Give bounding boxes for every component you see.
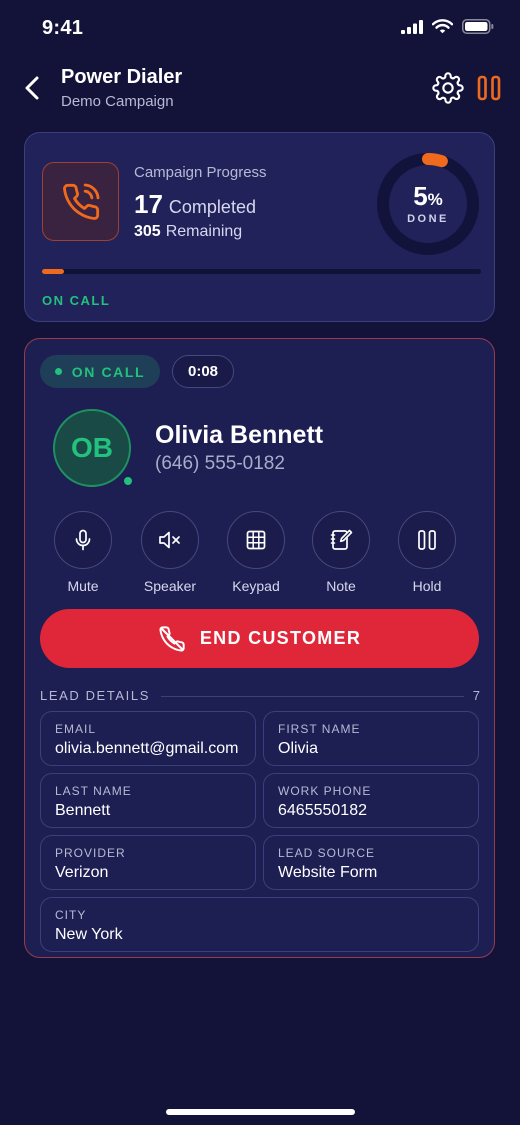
chevron-left-icon (25, 76, 39, 100)
campaign-progress-label: Campaign Progress (134, 164, 267, 181)
note-button[interactable]: Note (306, 511, 376, 594)
mute-button[interactable]: Mute (48, 511, 118, 594)
field-value: New York (55, 926, 123, 943)
speaker-button-circle[interactable] (141, 511, 199, 569)
home-indicator[interactable] (166, 1109, 355, 1115)
progress-bar (42, 269, 481, 274)
battery-icon (462, 19, 494, 34)
field-lead-source: LEAD SOURCE Website Form (263, 835, 479, 890)
hold-label: Hold (412, 578, 442, 594)
progress-ring-label: 5% DONE (374, 150, 482, 258)
active-call-card: ON CALL 0:08 OB Olivia Bennett (646) 555… (24, 338, 495, 958)
field-value: olivia.bennett@gmail.com (55, 740, 239, 757)
lead-details-count: 7 (472, 688, 480, 703)
field-provider: PROVIDER Verizon (40, 835, 256, 890)
field-value: Verizon (55, 864, 109, 881)
remaining-count: 305 (134, 223, 161, 240)
end-customer-button[interactable]: END CUSTOMER (40, 609, 479, 668)
keypad-button-circle[interactable] (227, 511, 285, 569)
field-first-name: FIRST NAME Olivia (263, 711, 479, 766)
divider (161, 696, 464, 697)
wifi-icon (432, 19, 453, 34)
progress-bar-fill (42, 269, 64, 274)
field-label: LAST NAME (55, 784, 132, 798)
end-customer-label: END CUSTOMER (199, 628, 362, 648)
settings-button[interactable] (432, 72, 464, 104)
speaker-button[interactable]: Speaker (135, 511, 205, 594)
microphone-icon (75, 529, 91, 551)
field-label: EMAIL (55, 722, 97, 736)
avatar: OB (53, 409, 131, 487)
field-label: PROVIDER (55, 846, 126, 860)
lead-details-header: LEAD DETAILS 7 (40, 687, 480, 705)
page-subtitle: Demo Campaign (61, 93, 174, 110)
field-label: LEAD SOURCE (278, 846, 376, 860)
status-dot-icon (54, 368, 62, 375)
keypad-label: Keypad (232, 578, 280, 594)
call-status-badge: ON CALL (40, 355, 160, 388)
page-title: Power Dialer (61, 66, 183, 88)
call-status-text: ON CALL (71, 363, 146, 380)
phone-ringing-icon (62, 183, 99, 220)
status-bar: 9:41 (0, 0, 520, 56)
keypad-button[interactable]: Keypad (221, 511, 291, 594)
done-label: DONE (407, 213, 449, 225)
percent-sign: % (427, 190, 443, 209)
gear-icon (432, 72, 464, 104)
field-work-phone: WORK PHONE 6465550182 (263, 773, 479, 828)
keypad-icon (246, 530, 266, 550)
contact-name: Olivia Bennett (155, 421, 324, 449)
mute-label: Mute (67, 578, 99, 594)
field-last-name: LAST NAME Bennett (40, 773, 256, 828)
campaign-progress-card: Campaign Progress 17 Completed 305 Remai… (24, 132, 495, 322)
percent-number: 5 (413, 181, 428, 211)
completed-count: 17 (134, 189, 163, 219)
percent-value: 5% (413, 183, 443, 209)
campaign-badge (42, 162, 119, 241)
field-email: EMAIL olivia.bennett@gmail.com (40, 711, 256, 766)
app-header: Power Dialer Demo Campaign (0, 60, 520, 120)
lead-details-title: LEAD DETAILS (40, 688, 150, 703)
pause-icon (418, 530, 436, 550)
field-value: Bennett (55, 802, 111, 819)
field-label: FIRST NAME (278, 722, 361, 736)
back-button[interactable] (18, 72, 46, 104)
mute-button-circle[interactable] (54, 511, 112, 569)
signal-icon (401, 19, 423, 34)
field-value: Olivia (278, 740, 319, 757)
speaker-muted-icon (159, 531, 180, 549)
hold-button-circle[interactable] (398, 511, 456, 569)
campaign-status: ON CALL (42, 293, 111, 308)
field-value: Website Form (278, 864, 378, 881)
call-timer: 0:08 (172, 355, 234, 388)
field-value: 6465550182 (278, 802, 367, 819)
online-indicator-icon (122, 475, 134, 487)
hold-button[interactable]: Hold (392, 511, 462, 594)
note-label: Note (326, 578, 356, 594)
completed-label: Completed (168, 197, 256, 217)
speaker-label: Speaker (143, 578, 197, 594)
status-time: 9:41 (42, 17, 84, 39)
field-city: CITY New York (40, 897, 479, 952)
pause-icon (477, 75, 501, 101)
remaining-summary: 305 Remaining (134, 223, 242, 241)
note-button-circle[interactable] (312, 511, 370, 569)
completed-summary: 17 Completed (134, 189, 256, 220)
remaining-label: Remaining (165, 223, 243, 240)
pause-dialer-button[interactable] (476, 74, 502, 102)
contact-phone: (646) 555-0182 (155, 453, 285, 474)
field-label: CITY (55, 908, 87, 922)
note-icon (330, 529, 353, 550)
status-icons (401, 19, 494, 34)
end-call-icon (159, 625, 185, 652)
call-controls: Mute Speaker Keypad Note Hold (25, 511, 496, 595)
field-label: WORK PHONE (278, 784, 372, 798)
